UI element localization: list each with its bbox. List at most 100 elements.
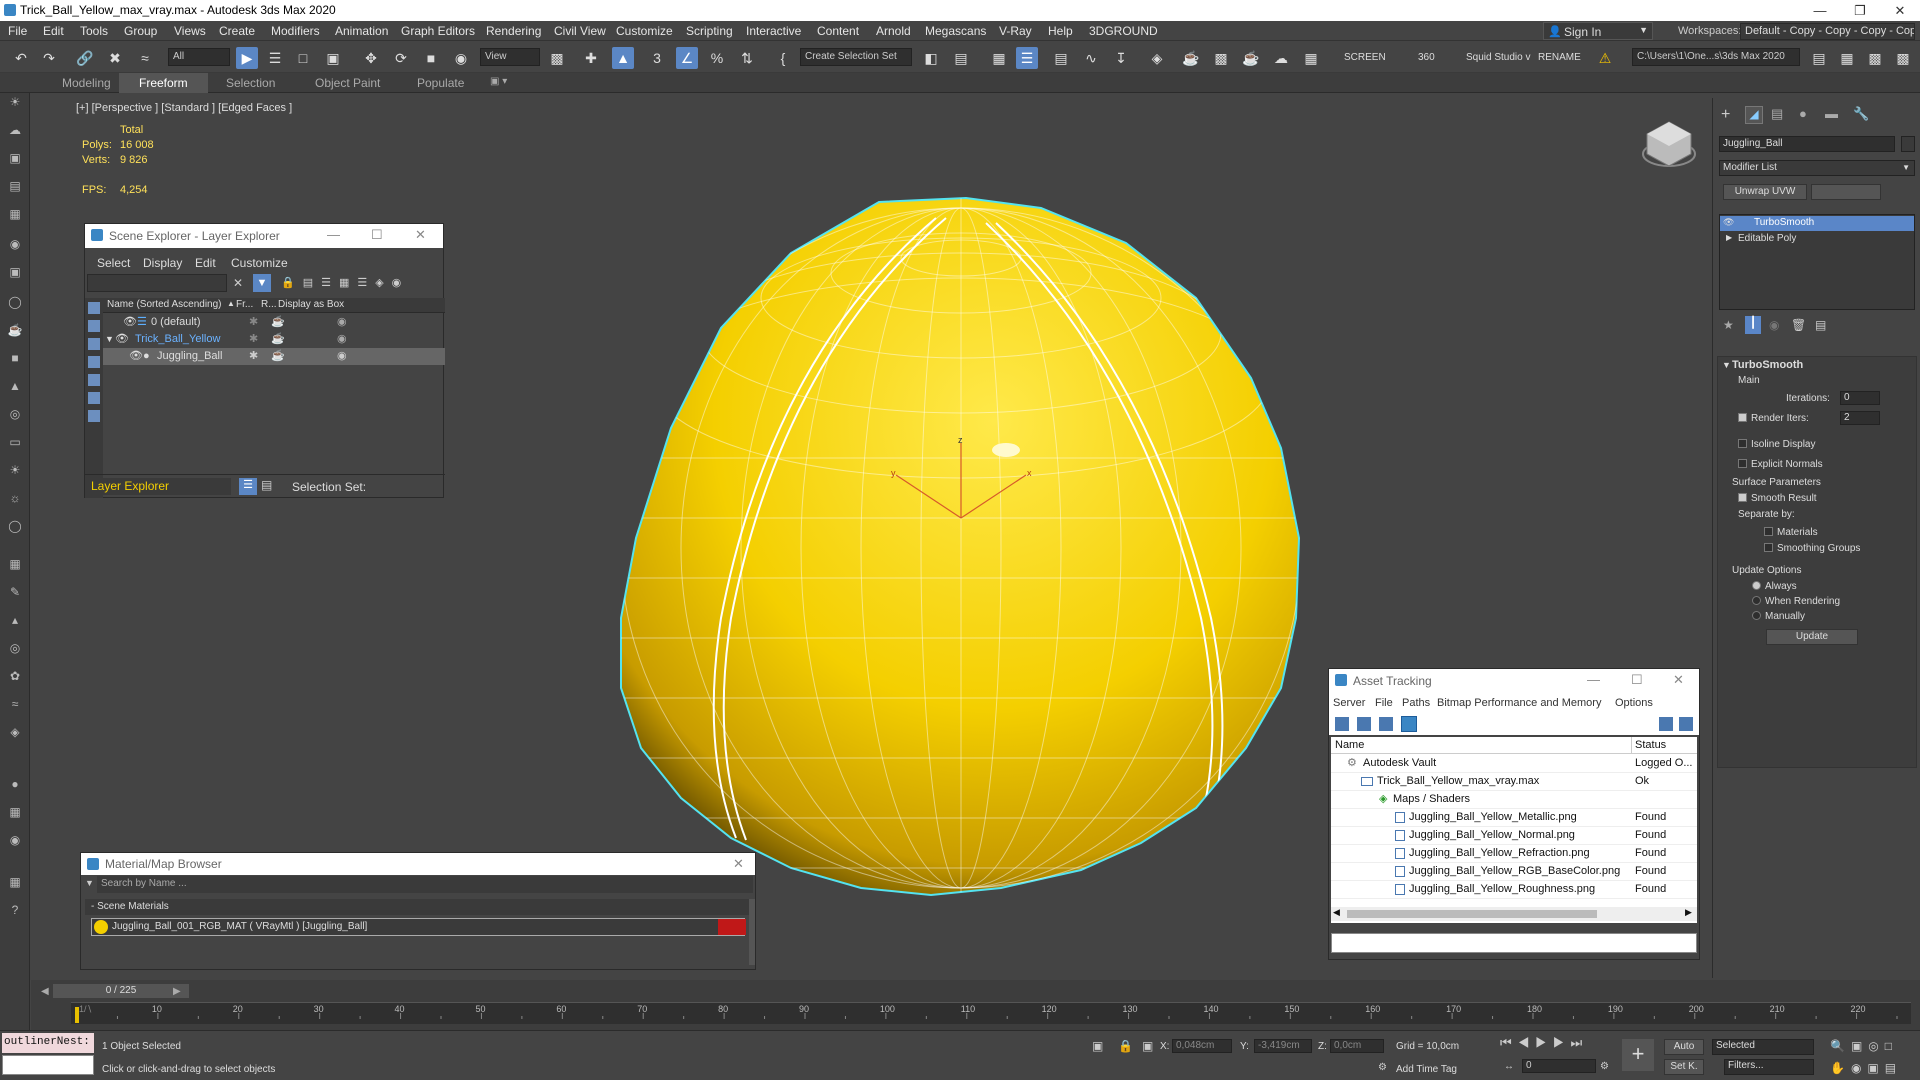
maximize-icon[interactable]: ❐ — [1840, 0, 1880, 21]
collapse-icon[interactable]: ▼ — [1722, 360, 1731, 370]
render-icon[interactable]: ☕ — [271, 331, 285, 348]
time-config-icon[interactable]: ↔ — [1504, 1061, 1514, 1072]
keyboard-shortcut-override-icon[interactable]: ▲ — [612, 47, 634, 69]
viewport-nav-b-icons[interactable]: ✋◉▣▤ — [1830, 1061, 1902, 1075]
table-row[interactable]: ◈ Maps / Shaders — [1331, 791, 1697, 809]
list-item[interactable]: 👁 ● Juggling_Ball ✱ ☕ ◉ — [103, 348, 445, 365]
asset-menu-bitmap[interactable]: Bitmap Performance and Memory — [1437, 697, 1601, 709]
z-coordinate-field[interactable]: 0,0cm — [1330, 1039, 1384, 1053]
time-slider[interactable]: 0 / 225 — [53, 984, 189, 998]
x-coordinate-field[interactable]: 0,048cm — [1172, 1039, 1232, 1053]
tool-sun-icon[interactable]: ☼ — [6, 489, 24, 507]
hierarchy-tab-icon[interactable]: ▤ — [1771, 106, 1783, 122]
move-icon[interactable]: ✥ — [360, 47, 382, 69]
a360-gallery-icon[interactable]: ▦ — [1300, 47, 1322, 69]
render-production-icon[interactable]: ☕ — [1240, 47, 1262, 69]
menu-file[interactable]: File — [8, 24, 27, 38]
side-tool-icon[interactable] — [88, 338, 100, 350]
menu-rendering[interactable]: Rendering — [486, 24, 541, 38]
project-folder-icon[interactable]: ▤ — [1808, 47, 1830, 69]
smooth-result-checkbox[interactable]: Smooth Result — [1738, 493, 1817, 504]
table-row[interactable]: Juggling_Ball_Yellow_Normal.png Found — [1331, 827, 1697, 845]
layout-c-icon[interactable]: ▩ — [1892, 47, 1914, 69]
col-display-box[interactable]: Display as Box — [278, 299, 344, 310]
unlink-icon[interactable]: ✖ — [104, 47, 126, 69]
layout-icon[interactable]: ▦ — [1836, 47, 1858, 69]
scene-search-input[interactable] — [87, 274, 227, 292]
tool-sphere-b-icon[interactable]: ● — [6, 775, 24, 793]
asset-pin-icon[interactable] — [1679, 717, 1693, 731]
menu-scripting[interactable]: Scripting — [686, 24, 733, 38]
close-icon[interactable]: ✕ — [1880, 0, 1920, 21]
spinner-snap-icon[interactable]: ⇅ — [736, 47, 758, 69]
time-config-b-icon[interactable]: ⚙ — [1600, 1061, 1609, 1072]
place-icon[interactable]: ◉ — [450, 47, 472, 69]
list-item[interactable]: 👁 ☰ 0 (default) ✱ ☕ ◉ — [103, 314, 445, 331]
tool-leaf-icon[interactable]: ✿ — [6, 667, 24, 685]
rotate-icon[interactable]: ⟳ — [390, 47, 412, 69]
eye-icon[interactable]: 👁 — [129, 348, 143, 365]
menu-interactive[interactable]: Interactive — [746, 24, 801, 38]
menu-civil-view[interactable]: Civil View — [554, 24, 606, 38]
scene-menu-edit[interactable]: Edit — [195, 256, 216, 270]
tool-tube-icon[interactable]: ◯ — [6, 517, 24, 535]
smoothing-groups-checkbox[interactable]: Smoothing Groups — [1764, 543, 1860, 554]
pivot-center-icon[interactable]: ▩ — [546, 47, 568, 69]
stack-item-turbosmooth[interactable]: 👁 TurboSmooth — [1720, 216, 1914, 231]
curve-editor-icon[interactable]: ∿ — [1080, 47, 1102, 69]
select-by-name-icon[interactable]: ☰ — [264, 47, 286, 69]
unwrap-uvw-button[interactable]: Unwrap UVW — [1723, 184, 1807, 200]
asset-menu-file[interactable]: File — [1375, 697, 1393, 709]
tool-grid-icon[interactable]: ▦ — [6, 555, 24, 573]
table-row[interactable]: Trick_Ball_Yellow_max_vray.max Ok — [1331, 773, 1697, 791]
menu-help[interactable]: Help — [1048, 24, 1073, 38]
list-item[interactable]: ▼ 👁 Trick_Ball_Yellow ✱ ☕ ◉ — [103, 331, 445, 348]
close-icon[interactable]: ✕ — [733, 856, 744, 872]
side-tool-icon[interactable] — [88, 356, 100, 368]
scene-explorer-titlebar[interactable]: Scene Explorer - Layer Explorer — ☐ ✕ — [85, 224, 443, 248]
layer-settings-icon[interactable]: ▤ — [261, 478, 272, 492]
filter-icon[interactable]: ▼ — [253, 274, 271, 292]
help-icon[interactable]: ? — [6, 901, 24, 919]
current-frame-field[interactable]: 0 — [1522, 1059, 1596, 1073]
helpers-icon[interactable]: ▦ — [6, 205, 24, 223]
snaps-toggle-icon[interactable]: 3 — [646, 47, 668, 69]
modify-tab-icon[interactable]: ◢ — [1745, 106, 1763, 124]
scene-menu-display[interactable]: Display — [143, 256, 182, 270]
viewcube-icon[interactable] — [1642, 121, 1696, 167]
scene-explorer-icon[interactable]: ▦ — [988, 47, 1010, 69]
ribbon-options-icon[interactable]: ▣ ▾ — [490, 76, 507, 87]
side-tool-icon[interactable] — [88, 374, 100, 386]
box-icon[interactable]: ◉ — [337, 348, 347, 365]
tool-hair-icon[interactable]: ≈ — [6, 695, 24, 713]
object-color-swatch[interactable] — [1901, 136, 1915, 152]
render-in-cloud-icon[interactable]: ☁ — [1270, 47, 1292, 69]
track-key-icon[interactable]: 1/∖ — [79, 1004, 92, 1015]
squid-studio-button[interactable]: Squid Studio v — [1466, 52, 1531, 63]
filters-button[interactable]: Filters... — [1724, 1059, 1814, 1075]
isolate-icon[interactable]: ▣ — [1092, 1039, 1103, 1053]
render-icon[interactable]: ☕ — [271, 348, 285, 365]
link-icon[interactable]: 🔗 — [74, 47, 96, 69]
tab-populate[interactable]: Populate — [417, 76, 464, 90]
selection-lock-icon[interactable]: 🔒 — [1118, 1039, 1133, 1053]
systems-icon[interactable]: ▣ — [6, 263, 24, 281]
stack-item-editable-poly[interactable]: ▶ Editable Poly — [1720, 232, 1914, 247]
project-path-dropdown[interactable]: C:\Users\1\One...s\3ds Max 2020 — [1632, 48, 1800, 66]
close-icon[interactable]: ✕ — [1673, 672, 1684, 688]
absolute-mode-icon[interactable]: ▣ — [1142, 1039, 1153, 1053]
workspace-dropdown[interactable]: Default - Copy - Copy - Copy - Copy — [1740, 23, 1915, 40]
add-time-tag-button[interactable]: Add Time Tag — [1396, 1064, 1457, 1075]
tab-selection[interactable]: Selection — [226, 76, 275, 90]
tool-measure-icon[interactable]: ▴ — [6, 611, 24, 629]
undo-icon[interactable]: ↶ — [10, 47, 32, 69]
materials-checkbox[interactable]: Materials — [1764, 527, 1818, 538]
toggle-ribbon-icon[interactable]: ▤ — [1050, 47, 1072, 69]
motion-tab-icon[interactable]: ● — [1799, 106, 1807, 121]
update-button[interactable]: Update — [1766, 629, 1858, 645]
selection-filter-dropdown[interactable]: All — [168, 48, 230, 66]
track-bar[interactable]: 10 20 30 40 50 60 70 80 90 100 110 120 130 140 150 160 1… — [71, 1002, 1911, 1024]
collapse-icon[interactable]: ▼ — [105, 331, 114, 348]
search-options-icon[interactable]: ▼ — [85, 878, 94, 888]
material-search-input[interactable]: Search by Name ... — [97, 876, 753, 893]
